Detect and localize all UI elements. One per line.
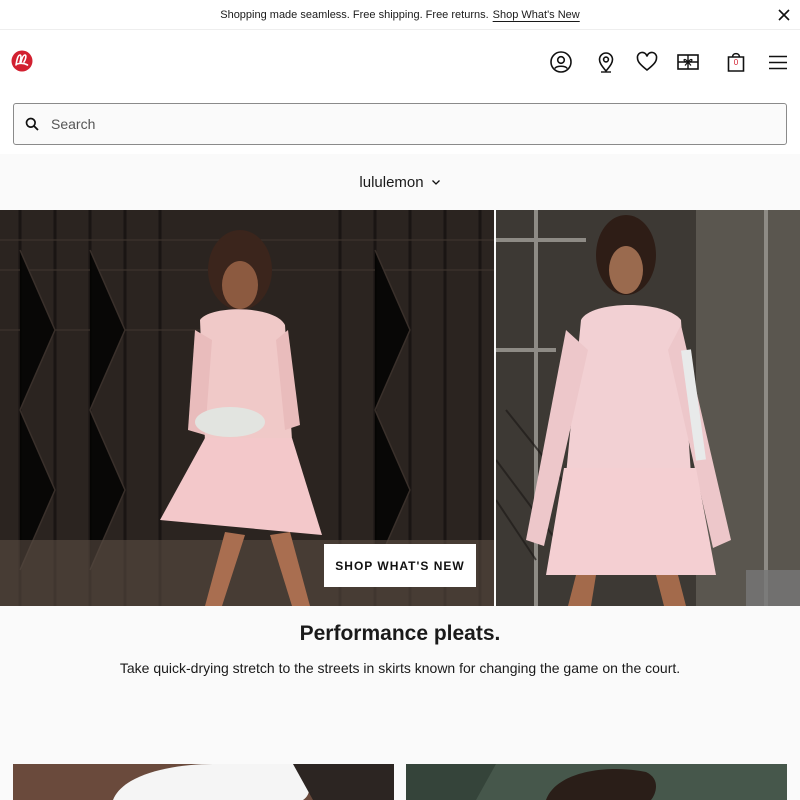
search-icon [25,117,39,131]
promo-link[interactable]: Shop What's New [493,9,580,21]
search-bar [0,94,800,154]
promo-bar: Shopping made seamless. Free shipping. F… [0,0,800,30]
chevron-down-icon [431,180,440,185]
hero-banner[interactable]: SHOP WHAT'S NEW [0,210,800,606]
promo-text: Shopping made seamless. Free shipping. F… [220,8,489,21]
product-tile-right[interactable] [406,764,787,800]
feature-description: Take quick-drying stretch to the streets… [119,660,681,676]
search-input[interactable] [51,116,731,132]
bag-button[interactable]: 0 [726,50,746,74]
bag-count: 0 [733,58,739,67]
site-header: 0 [0,30,800,94]
brand-selector[interactable]: lululemon [0,154,800,210]
product-tile-left[interactable] [13,764,394,800]
menu-icon[interactable] [766,50,790,74]
brand-selector-label: lululemon [359,173,424,191]
product-image-left [13,764,394,800]
store-locator-icon[interactable] [594,50,618,74]
product-image-right [406,764,787,800]
account-icon[interactable] [549,50,573,74]
gift-card-icon[interactable] [676,50,700,74]
feature-title: Performance pleats. [299,622,501,645]
search-box[interactable] [13,103,787,145]
hero-image-right [496,210,800,606]
shop-whats-new-button[interactable]: SHOP WHAT'S NEW [324,544,476,587]
close-icon[interactable] [777,8,791,22]
wishlist-icon[interactable] [635,50,659,74]
lululemon-logo[interactable] [11,50,33,72]
